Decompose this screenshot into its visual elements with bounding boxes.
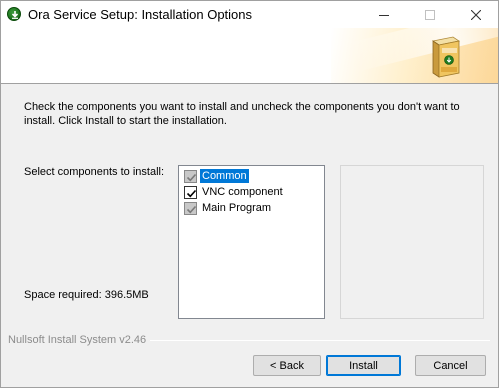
checkmark-icon [186,173,197,181]
component-item-vnc[interactable]: VNC component [184,184,285,200]
installer-download-icon [7,7,21,21]
instructions-text: Check the components you want to install… [24,101,460,127]
component-label: VNC component [202,186,283,198]
header-banner [1,28,498,84]
maximize-icon [425,9,435,20]
maximize-button[interactable] [407,1,453,28]
component-description-box [340,165,484,319]
select-components-label: Select components to install: [24,166,165,178]
install-button[interactable]: Install [326,355,401,376]
checkmark-icon [186,189,197,197]
component-label: Main Program [202,202,272,214]
close-button[interactable] [453,1,498,28]
component-item-common[interactable]: Common [184,168,249,184]
installer-window: Ora Service Setup: Installation Options … [0,0,499,388]
component-label: Common [200,169,249,183]
components-tree[interactable]: Common VNC component Main Program [178,165,325,319]
title-bar[interactable]: Ora Service Setup: Installation Options [1,1,498,28]
close-icon [471,9,481,20]
component-checkbox[interactable] [184,169,197,183]
space-required-label: Space required: 396.5MB [24,289,149,301]
minimize-button[interactable] [361,1,407,28]
component-checkbox[interactable] [184,185,197,199]
cancel-button[interactable]: Cancel [415,355,486,376]
component-item-main-program[interactable]: Main Program [184,200,273,216]
software-box-icon [431,36,461,78]
back-button[interactable]: < Back [253,355,321,376]
window-title: Ora Service Setup: Installation Options [28,7,253,22]
minimize-icon [379,14,389,16]
component-checkbox[interactable] [184,201,197,215]
checkmark-icon [186,205,197,213]
nsis-branding: Nullsoft Install System v2.46 [8,334,151,346]
